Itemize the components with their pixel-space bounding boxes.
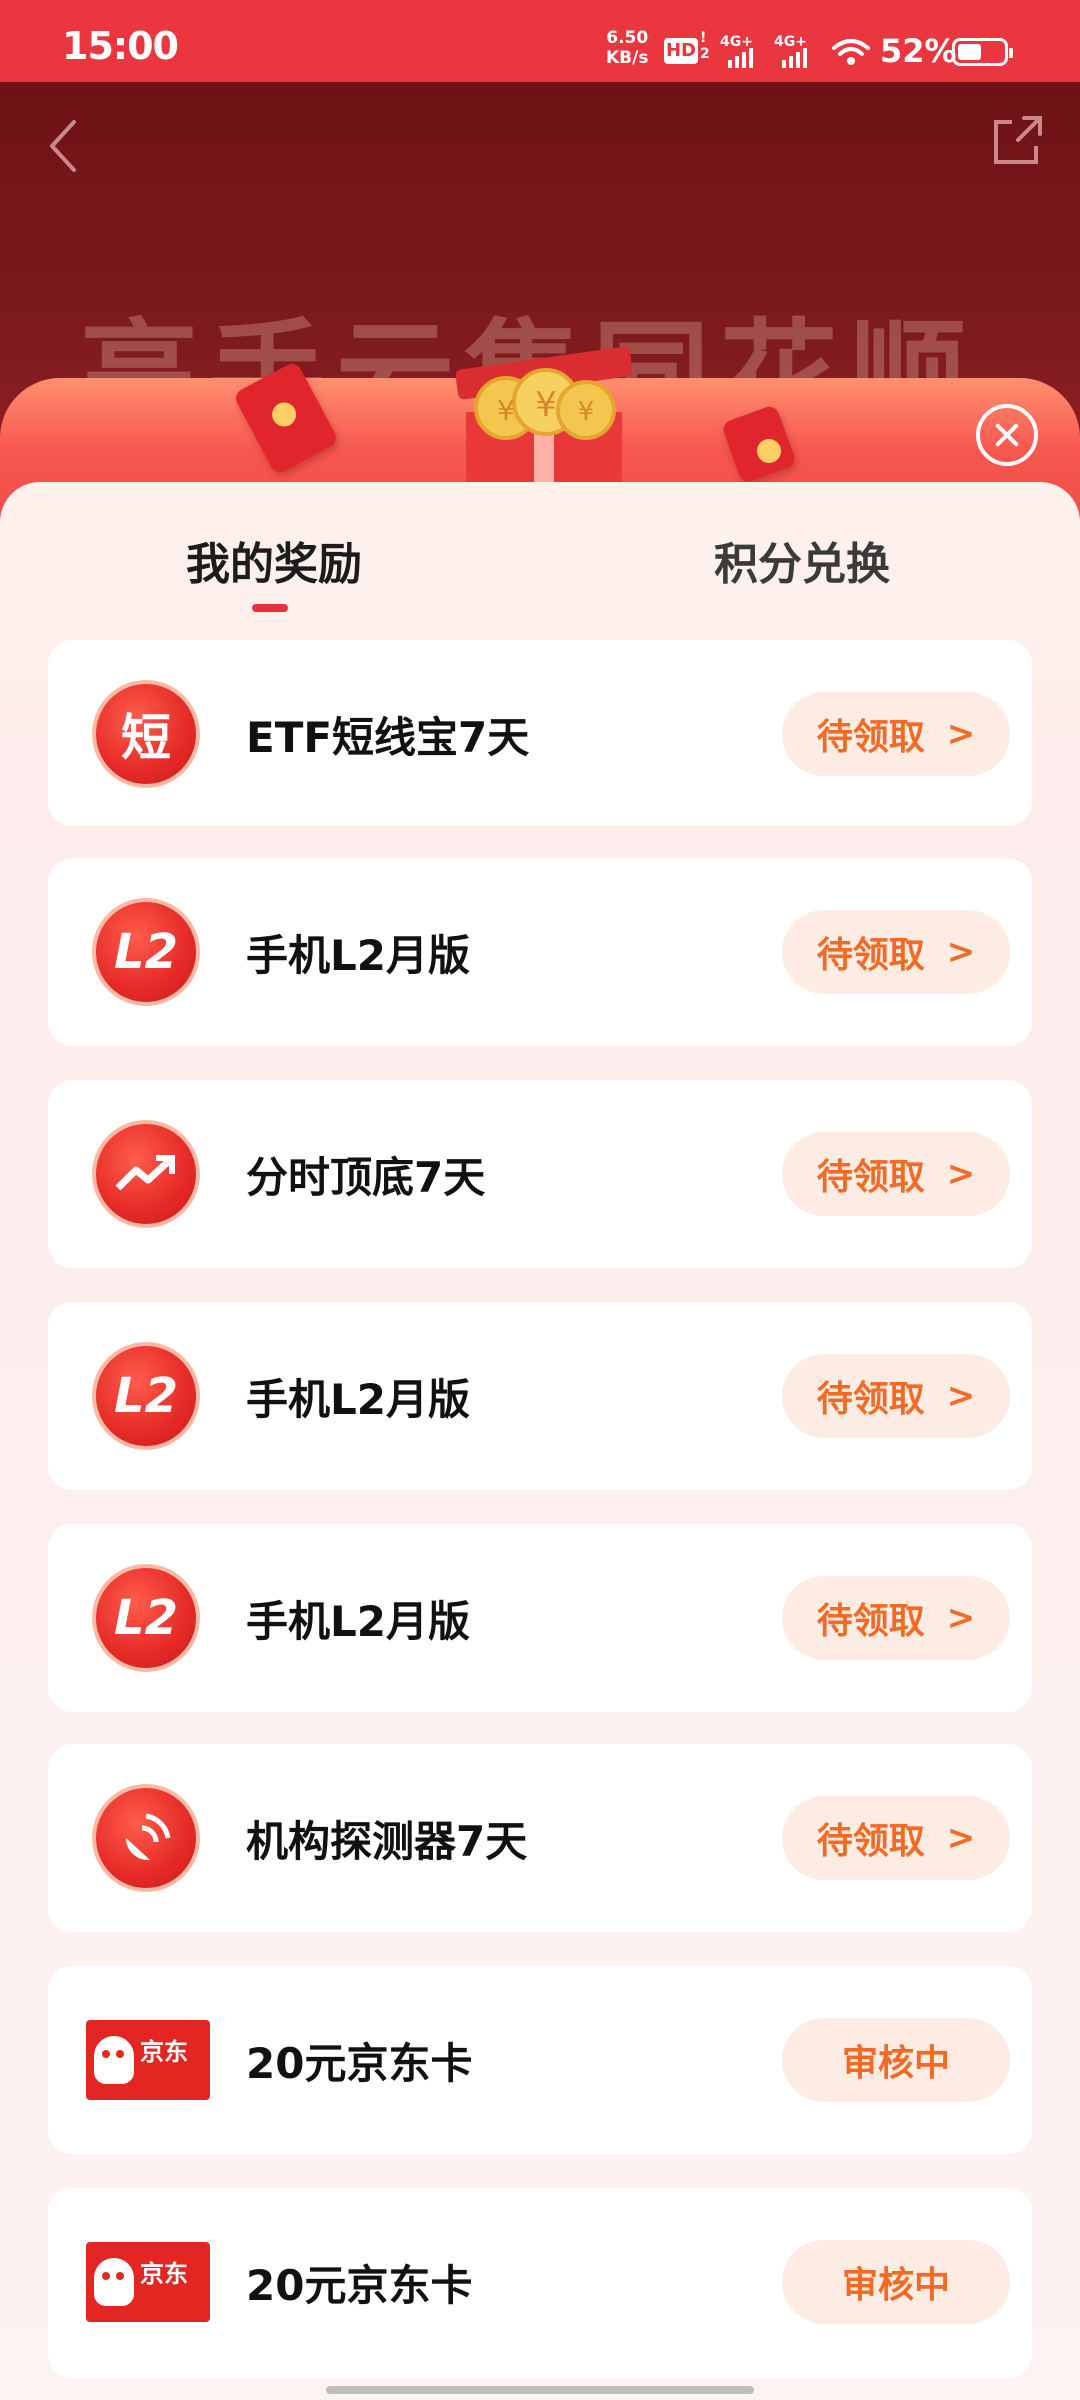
claim-button-label: 待领取 — [816, 1821, 925, 1862]
reward-title: 手机L2月版 — [246, 1375, 470, 1424]
chevron-right-icon: > — [946, 714, 976, 754]
jd-card-icon: 京东 — [86, 2242, 210, 2322]
jd-logo-text: 京东 — [140, 2260, 188, 2288]
radar-icon — [92, 1784, 200, 1892]
chevron-right-icon: > — [946, 1598, 976, 1638]
active-tab-indicator — [252, 604, 288, 612]
reward-title: 手机L2月版 — [246, 1597, 470, 1646]
status-time: 15:00 — [62, 24, 179, 68]
radar-dish-icon — [125, 1813, 171, 1861]
reward-title: 20元京东卡 — [246, 2039, 473, 2088]
chevron-right-icon: > — [946, 1818, 976, 1858]
trend-chart-icon — [92, 1120, 200, 1228]
jd-mascot-icon — [94, 2036, 134, 2084]
l2-icon: L2 — [92, 898, 200, 1006]
network-speed-value: 6.50 — [606, 28, 649, 48]
tab-my-rewards[interactable]: 我的奖励 — [186, 528, 362, 592]
jd-mascot-icon — [94, 2258, 134, 2306]
l2-icon: L2 — [92, 1564, 200, 1672]
wifi-icon — [832, 39, 870, 65]
share-icon[interactable] — [988, 112, 1046, 170]
jd-card-icon: 京东 — [86, 2020, 210, 2100]
reward-card: L2 手机L2月版 待领取 > — [48, 1302, 1032, 1490]
hd-voice-icon: HD — [664, 38, 698, 64]
svg-text:¥: ¥ — [535, 385, 557, 425]
signal-2-icon: 4G+ — [774, 34, 816, 68]
reward-title: 机构探测器7天 — [246, 1817, 528, 1866]
claim-button-label: 待领取 — [816, 1601, 925, 1642]
reward-card: L2 手机L2月版 待领取 > — [48, 1524, 1032, 1712]
claim-button-label: 待领取 — [816, 935, 925, 976]
tab-points-exchange[interactable]: 积分兑换 — [714, 528, 890, 592]
jd-logo-text: 京东 — [140, 2038, 188, 2066]
claim-button-label: 待领取 — [816, 1379, 925, 1420]
battery-percent: 52% — [880, 32, 957, 70]
reward-title: 手机L2月版 — [246, 931, 470, 980]
status-bar: 15:00 6.50 KB/s HD ! 2 4G+ 4G+ 52% — [0, 0, 1080, 82]
reward-card: 分时顶底7天 待领取 > — [48, 1080, 1032, 1268]
network-speed: 6.50 KB/s — [606, 28, 648, 68]
back-arrow-icon[interactable] — [44, 118, 84, 174]
claim-button[interactable]: 待领取 > — [782, 692, 1010, 776]
chevron-right-icon: > — [946, 932, 976, 972]
review-status-label: 审核中 — [841, 2265, 950, 2306]
hd-sub-label: ! 2 — [700, 30, 710, 62]
chevron-right-icon: > — [946, 1376, 976, 1416]
l2-icon: L2 — [92, 1342, 200, 1450]
reward-title: ETF短线宝7天 — [246, 713, 530, 762]
trend-arrow-icon — [115, 1155, 175, 1191]
claim-button[interactable]: 待领取 > — [782, 1354, 1010, 1438]
battery-level-fill — [958, 44, 981, 60]
claim-button[interactable]: 待领取 > — [782, 910, 1010, 994]
claim-button[interactable]: 待领取 > — [782, 1576, 1010, 1660]
reward-card: 短 ETF短线宝7天 待领取 > — [48, 640, 1032, 826]
review-status-button[interactable]: 审核中 — [782, 2018, 1010, 2102]
battery-icon — [952, 38, 1013, 66]
network-speed-unit: KB/s — [606, 48, 649, 68]
reward-title: 分时顶底7天 — [246, 1153, 486, 1202]
short-char-icon: 短 — [92, 680, 200, 788]
svg-text:¥: ¥ — [497, 394, 515, 427]
reward-card: 京东 20元京东卡 审核中 — [48, 2188, 1032, 2378]
signal-1-icon: 4G+ — [720, 34, 762, 68]
reward-card: 机构探测器7天 待领取 > — [48, 1744, 1032, 1932]
svg-text:¥: ¥ — [578, 397, 595, 427]
reward-title: 20元京东卡 — [246, 2261, 473, 2310]
review-status-button[interactable]: 审核中 — [782, 2240, 1010, 2324]
claim-button[interactable]: 待领取 > — [782, 1796, 1010, 1880]
claim-button-label: 待领取 — [816, 1157, 925, 1198]
gift-box-icon: ¥ ¥ ¥ — [456, 346, 632, 490]
claim-button[interactable]: 待领取 > — [782, 1132, 1010, 1216]
chevron-right-icon: > — [946, 1154, 976, 1194]
review-status-label: 审核中 — [841, 2043, 950, 2084]
claim-button-label: 待领取 — [816, 717, 925, 758]
home-indicator[interactable] — [326, 2386, 754, 2394]
reward-card: 京东 20元京东卡 审核中 — [48, 1966, 1032, 2154]
close-modal-button[interactable] — [976, 404, 1038, 466]
reward-card: L2 手机L2月版 待领取 > — [48, 858, 1032, 1046]
